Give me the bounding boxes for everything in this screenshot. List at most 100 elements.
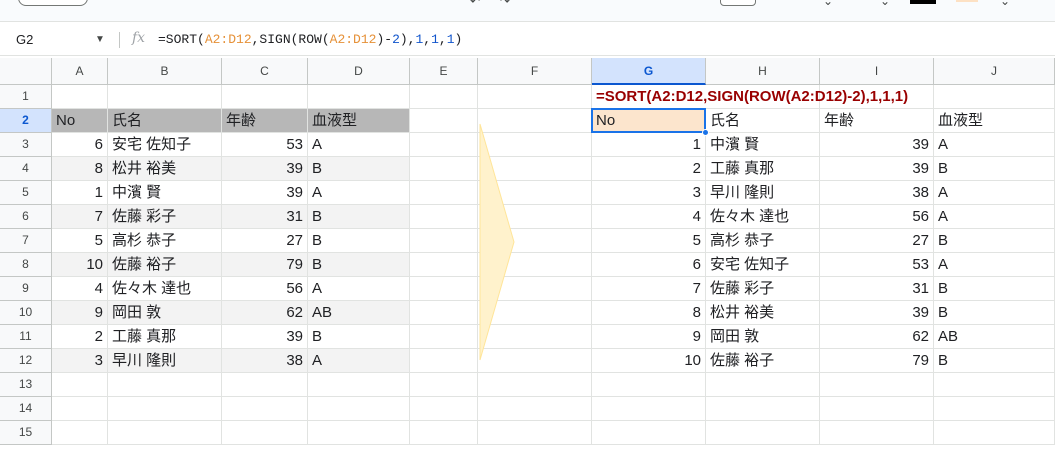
source-table-cell[interactable]: 中濱 賢 xyxy=(108,181,222,205)
source-header-cell[interactable]: No xyxy=(52,109,108,133)
source-table-cell[interactable]: 岡田 敦 xyxy=(108,301,222,325)
row-header-9[interactable]: 9 xyxy=(0,277,52,301)
source-table-cell[interactable]: 6 xyxy=(52,133,108,157)
source-table-cell[interactable]: 3 xyxy=(52,349,108,373)
source-table-cell[interactable]: AB xyxy=(308,301,410,325)
cell[interactable] xyxy=(222,421,308,445)
source-table-cell[interactable]: 10 xyxy=(52,253,108,277)
source-table-cell[interactable]: B xyxy=(308,325,410,349)
cell[interactable] xyxy=(410,277,478,301)
result-table-cell[interactable]: 56 xyxy=(820,205,934,229)
cell[interactable] xyxy=(308,85,410,109)
row-header-10[interactable]: 10 xyxy=(0,301,52,325)
cell[interactable] xyxy=(410,85,478,109)
result-formula-cell[interactable]: =SORT(A2:D12,SIGN(ROW(A2:D12)-2),1,1,1) xyxy=(592,85,908,109)
more-dropdown-icon[interactable]: ⌄ xyxy=(1000,0,1010,8)
cell[interactable] xyxy=(410,229,478,253)
source-table-cell[interactable]: 53 xyxy=(222,133,308,157)
source-table-cell[interactable]: B xyxy=(308,253,410,277)
source-table-cell[interactable]: 56 xyxy=(222,277,308,301)
result-table-cell[interactable]: 4 xyxy=(592,205,706,229)
cell[interactable] xyxy=(222,373,308,397)
cell[interactable] xyxy=(934,397,1055,421)
column-header-g[interactable]: G xyxy=(592,58,706,85)
source-table-cell[interactable]: 7 xyxy=(52,205,108,229)
result-table-cell[interactable]: 佐藤 裕子 xyxy=(706,349,820,373)
toolbar-search-pill[interactable] xyxy=(18,0,88,6)
row-header-2[interactable]: 2 xyxy=(0,109,52,133)
result-header-cell[interactable]: 血液型 xyxy=(934,109,1055,133)
source-table-cell[interactable]: A xyxy=(308,133,410,157)
source-table-cell[interactable]: 39 xyxy=(222,181,308,205)
column-header-f[interactable]: F xyxy=(478,58,592,85)
source-table-cell[interactable]: 27 xyxy=(222,229,308,253)
result-table-cell[interactable]: A xyxy=(934,181,1055,205)
source-table-cell[interactable]: 佐藤 裕子 xyxy=(108,253,222,277)
result-table-cell[interactable]: 1 xyxy=(592,133,706,157)
row-header-15[interactable]: 15 xyxy=(0,421,52,445)
select-all-corner[interactable] xyxy=(0,58,52,85)
source-table-cell[interactable]: 8 xyxy=(52,157,108,181)
source-table-cell[interactable]: 佐々木 達也 xyxy=(108,277,222,301)
result-table-cell[interactable]: 早川 隆則 xyxy=(706,181,820,205)
column-header-b[interactable]: B xyxy=(108,58,222,85)
result-table-cell[interactable]: 3 xyxy=(592,181,706,205)
source-table-cell[interactable]: 佐藤 彩子 xyxy=(108,205,222,229)
cell[interactable] xyxy=(820,421,934,445)
source-table-cell[interactable]: 1 xyxy=(52,181,108,205)
cell[interactable] xyxy=(410,253,478,277)
cell[interactable] xyxy=(410,373,478,397)
source-table-cell[interactable]: 62 xyxy=(222,301,308,325)
column-header-i[interactable]: I xyxy=(820,58,934,85)
cell[interactable] xyxy=(410,397,478,421)
result-table-cell[interactable]: 9 xyxy=(592,325,706,349)
row-header-13[interactable]: 13 xyxy=(0,373,52,397)
column-header-j[interactable]: J xyxy=(934,58,1055,85)
redo-icon[interactable]: ↷ xyxy=(500,0,510,8)
cell[interactable] xyxy=(222,397,308,421)
source-header-cell[interactable]: 血液型 xyxy=(308,109,410,133)
cell[interactable] xyxy=(592,397,706,421)
cell[interactable] xyxy=(308,373,410,397)
cell[interactable] xyxy=(308,421,410,445)
cell[interactable] xyxy=(934,85,1055,109)
source-table-cell[interactable]: B xyxy=(308,229,410,253)
text-color-swatch[interactable] xyxy=(910,0,936,4)
result-table-cell[interactable]: 79 xyxy=(820,349,934,373)
source-table-cell[interactable]: B xyxy=(308,157,410,181)
result-header-cell[interactable]: 氏名 xyxy=(706,109,820,133)
source-table-cell[interactable]: 安宅 佐知子 xyxy=(108,133,222,157)
column-header-c[interactable]: C xyxy=(222,58,308,85)
source-table-cell[interactable]: 5 xyxy=(52,229,108,253)
cell[interactable] xyxy=(410,325,478,349)
result-table-cell[interactable]: B xyxy=(934,349,1055,373)
source-table-cell[interactable]: 79 xyxy=(222,253,308,277)
result-header-cell[interactable]: No xyxy=(592,109,706,133)
result-table-cell[interactable]: A xyxy=(934,133,1055,157)
source-header-cell[interactable]: 氏名 xyxy=(108,109,222,133)
cell[interactable] xyxy=(222,85,308,109)
row-header-3[interactable]: 3 xyxy=(0,133,52,157)
source-table-cell[interactable]: 31 xyxy=(222,205,308,229)
row-header-11[interactable]: 11 xyxy=(0,325,52,349)
result-table-cell[interactable]: 工藤 真那 xyxy=(706,157,820,181)
dropdown-arrow-icon[interactable]: ⌄ xyxy=(823,0,833,8)
cell[interactable] xyxy=(478,421,592,445)
row-header-1[interactable]: 1 xyxy=(0,85,52,109)
row-header-6[interactable]: 6 xyxy=(0,205,52,229)
cell[interactable] xyxy=(410,133,478,157)
result-table-cell[interactable]: 2 xyxy=(592,157,706,181)
column-header-d[interactable]: D xyxy=(308,58,410,85)
result-table-cell[interactable]: 39 xyxy=(820,157,934,181)
result-table-cell[interactable]: 39 xyxy=(820,133,934,157)
source-table-cell[interactable]: A xyxy=(308,277,410,301)
cell[interactable] xyxy=(478,85,592,109)
result-table-cell[interactable]: A xyxy=(934,253,1055,277)
result-table-cell[interactable]: B xyxy=(934,229,1055,253)
row-header-12[interactable]: 12 xyxy=(0,349,52,373)
cell[interactable] xyxy=(108,373,222,397)
result-table-cell[interactable]: 10 xyxy=(592,349,706,373)
cell[interactable] xyxy=(706,421,820,445)
cell[interactable] xyxy=(410,109,478,133)
chevron-down-icon[interactable]: ▼ xyxy=(95,28,105,52)
